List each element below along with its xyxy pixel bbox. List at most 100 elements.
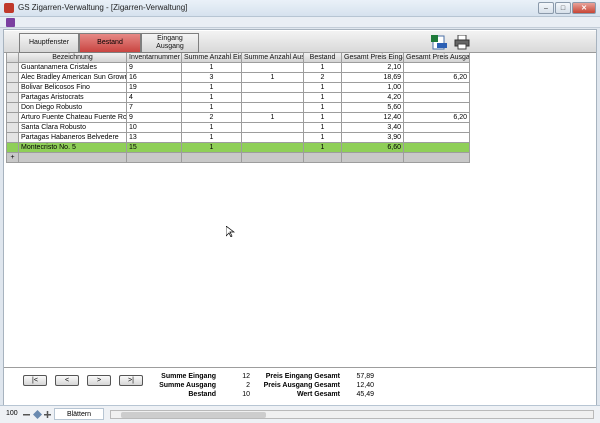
cell-gpa[interactable]	[404, 63, 470, 73]
new-cell-gpa[interactable]	[404, 153, 470, 163]
cell-inv[interactable]: 9	[127, 63, 182, 73]
cell-inv[interactable]: 9	[127, 113, 182, 123]
cell-se[interactable]: 1	[182, 83, 242, 93]
cell-inv[interactable]: 19	[127, 83, 182, 93]
record-selector[interactable]	[6, 133, 19, 143]
cell-bez[interactable]: Bolivar Belicosos Fino	[19, 83, 127, 93]
cell-bes[interactable]: 1	[304, 93, 342, 103]
cell-bes[interactable]: 1	[304, 83, 342, 93]
cell-gpa[interactable]	[404, 143, 470, 153]
previous-record-button[interactable]: <	[55, 375, 79, 386]
cell-gpe[interactable]: 4,20	[342, 93, 404, 103]
document-icon[interactable]	[6, 18, 15, 27]
cell-gpa[interactable]: 6,20	[404, 73, 470, 83]
cell-se[interactable]: 1	[182, 63, 242, 73]
cell-bez[interactable]: Guantanamera Cristales	[19, 63, 127, 73]
export-xls-icon[interactable]	[431, 35, 447, 50]
cell-gpe[interactable]: 3,40	[342, 123, 404, 133]
cell-gpe[interactable]: 2,10	[342, 63, 404, 73]
column-header-gpe[interactable]: Gesamt Preis Eingang	[342, 53, 404, 63]
cell-gpa[interactable]	[404, 133, 470, 143]
record-selector[interactable]	[6, 93, 19, 103]
cell-bez[interactable]: Santa Clara Robusto	[19, 123, 127, 133]
tab-hauptfenster[interactable]: Hauptfenster	[19, 33, 79, 53]
cell-bez[interactable]: Partagas Habaneros Belvedere	[19, 133, 127, 143]
cell-se[interactable]: 1	[182, 123, 242, 133]
horizontal-scrollbar[interactable]	[110, 410, 594, 419]
cell-inv[interactable]: 13	[127, 133, 182, 143]
maximize-button[interactable]: □	[555, 2, 571, 14]
cell-inv[interactable]: 10	[127, 123, 182, 133]
last-record-button[interactable]: >|	[119, 375, 143, 386]
cell-bez[interactable]: Alec Bradley American Sun Grown	[19, 73, 127, 83]
cell-sa[interactable]	[242, 93, 304, 103]
first-record-button[interactable]: |<	[23, 375, 47, 386]
new-cell-inv[interactable]	[127, 153, 182, 163]
cell-se[interactable]: 1	[182, 103, 242, 113]
record-selector[interactable]	[6, 63, 19, 73]
column-header-bes[interactable]: Bestand	[304, 53, 342, 63]
cell-inv[interactable]: 7	[127, 103, 182, 113]
cell-bes[interactable]: 1	[304, 113, 342, 123]
cell-se[interactable]: 1	[182, 143, 242, 153]
column-header-gpa[interactable]: Gesamt Preis Ausgang	[404, 53, 470, 63]
cell-sa[interactable]	[242, 123, 304, 133]
cell-sa[interactable]	[242, 143, 304, 153]
cell-inv[interactable]: 15	[127, 143, 182, 153]
cell-bes[interactable]: 1	[304, 143, 342, 153]
cell-gpe[interactable]: 1,00	[342, 83, 404, 93]
column-header-inv[interactable]: Inventarnummer	[127, 53, 182, 63]
cell-bez[interactable]: Arturo Fuente Chateau Fuente Robusto	[19, 113, 127, 123]
zoom-out-icon[interactable]	[22, 410, 31, 419]
column-header-se[interactable]: Summe Anzahl Ein...	[182, 53, 242, 63]
new-cell-se[interactable]	[182, 153, 242, 163]
new-cell-bes[interactable]	[304, 153, 342, 163]
cell-se[interactable]: 1	[182, 93, 242, 103]
cell-gpe[interactable]: 6,60	[342, 143, 404, 153]
cell-gpe[interactable]: 18,69	[342, 73, 404, 83]
cell-sa[interactable]: 1	[242, 113, 304, 123]
view-switch-icon[interactable]	[33, 410, 42, 419]
new-cell-sa[interactable]	[242, 153, 304, 163]
cell-inv[interactable]: 4	[127, 93, 182, 103]
cell-gpe[interactable]: 12,40	[342, 113, 404, 123]
cell-sa[interactable]	[242, 83, 304, 93]
record-selector[interactable]	[6, 73, 19, 83]
new-cell-gpe[interactable]	[342, 153, 404, 163]
tab-bestand[interactable]: Bestand	[79, 33, 141, 53]
minimize-button[interactable]: –	[538, 2, 554, 14]
close-button[interactable]: ✕	[572, 2, 596, 14]
cell-se[interactable]: 1	[182, 133, 242, 143]
select-all-corner[interactable]	[6, 53, 19, 63]
cell-sa[interactable]	[242, 103, 304, 113]
cell-sa[interactable]	[242, 63, 304, 73]
cell-sa[interactable]	[242, 133, 304, 143]
printer-icon[interactable]	[454, 35, 470, 50]
cell-bes[interactable]: 1	[304, 123, 342, 133]
cell-gpa[interactable]	[404, 103, 470, 113]
cell-inv[interactable]: 16	[127, 73, 182, 83]
cell-gpa[interactable]	[404, 93, 470, 103]
next-record-button[interactable]: >	[87, 375, 111, 386]
record-selector[interactable]	[6, 123, 19, 133]
cell-gpe[interactable]: 5,60	[342, 103, 404, 113]
cell-gpa[interactable]	[404, 123, 470, 133]
cell-gpa[interactable]	[404, 83, 470, 93]
cell-bes[interactable]: 1	[304, 103, 342, 113]
new-cell-bez[interactable]	[19, 153, 127, 163]
cell-bez[interactable]: Partagas Aristocrats	[19, 93, 127, 103]
record-selector[interactable]	[6, 143, 19, 153]
record-selector[interactable]	[6, 113, 19, 123]
zoom-in-icon[interactable]	[43, 410, 52, 419]
cell-se[interactable]: 3	[182, 73, 242, 83]
cell-bes[interactable]: 1	[304, 63, 342, 73]
record-selector[interactable]	[6, 83, 19, 93]
cell-sa[interactable]: 1	[242, 73, 304, 83]
column-header-bez[interactable]: Bezeichnung	[19, 53, 127, 63]
cell-bes[interactable]: 1	[304, 133, 342, 143]
scrollbar-thumb[interactable]	[121, 412, 266, 418]
cell-bez[interactable]: Don Diego Robusto	[19, 103, 127, 113]
new-record-selector-icon[interactable]: +	[6, 153, 19, 163]
cell-gpa[interactable]: 6,20	[404, 113, 470, 123]
cell-bes[interactable]: 2	[304, 73, 342, 83]
